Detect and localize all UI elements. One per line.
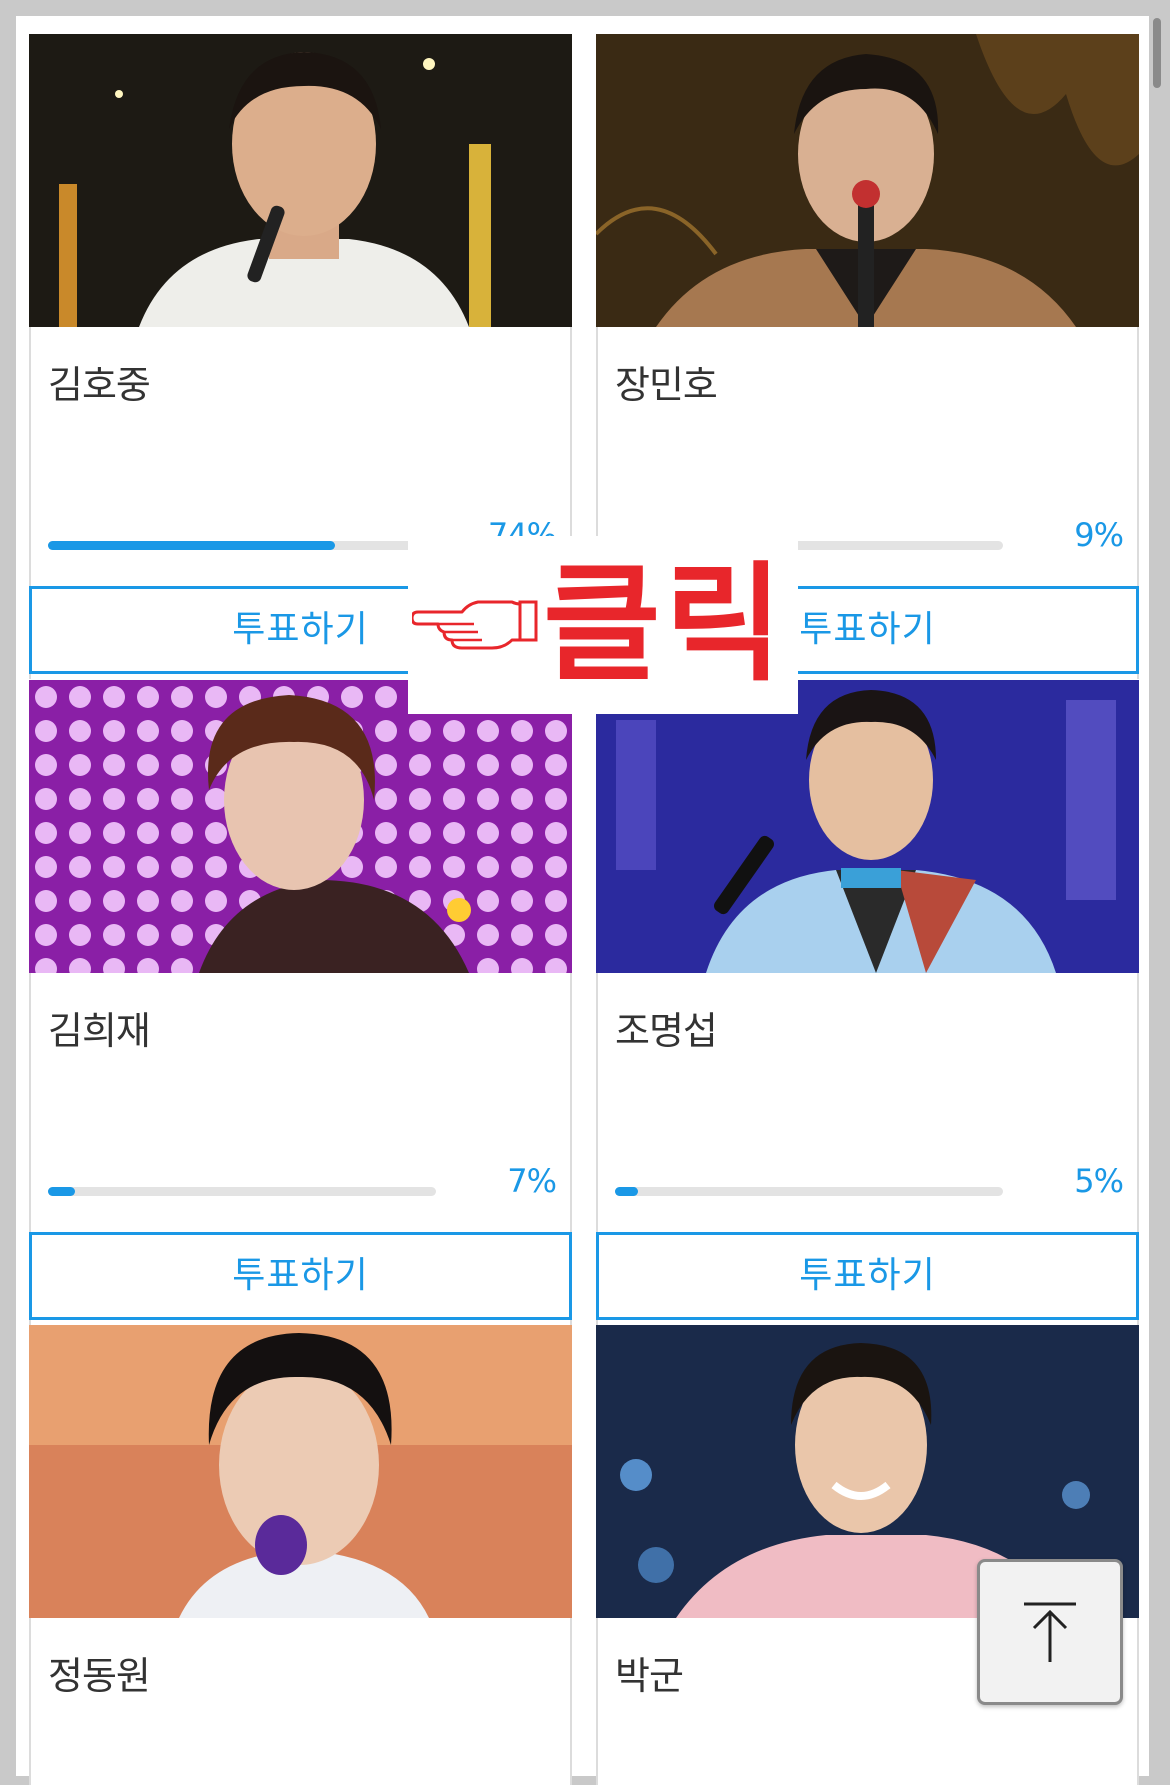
candidate-name: 김희재 <box>48 1009 151 1053</box>
candidate-name: 김호중 <box>48 363 151 407</box>
pointing-hand-icon <box>412 600 538 650</box>
candidate-photo <box>596 680 1139 973</box>
candidate-card: 김희재 7% 투표하기 <box>29 680 572 1326</box>
scroll-to-top-button[interactable] <box>977 1559 1123 1705</box>
candidate-card: 조명섭 5% 투표하기 <box>596 680 1139 1326</box>
candidate-name: 조명섭 <box>615 1009 718 1053</box>
click-hint-overlay: 클릭 <box>408 536 798 714</box>
candidate-name: 정동원 <box>48 1654 151 1698</box>
vote-button[interactable]: 투표하기 <box>29 1232 572 1320</box>
vote-page: 김호중 74% 투표하기 장민호 9% 투표하기 김희재 7% 투표하기 조명섭… <box>16 16 1149 1785</box>
vote-button[interactable]: 투표하기 <box>596 1232 1139 1320</box>
progress-fill <box>48 1187 76 1196</box>
candidate-photo <box>29 1325 572 1618</box>
arrow-up-icon <box>1024 1602 1076 1662</box>
progress-bar <box>48 541 436 550</box>
progress-bar <box>48 1187 436 1196</box>
vote-percent: 9% <box>1074 516 1124 554</box>
candidate-photo <box>29 34 572 327</box>
candidate-card: 정동원 <box>29 1325 572 1785</box>
candidate-card: 박군 <box>596 1325 1139 1785</box>
vote-percent: 5% <box>1074 1162 1124 1200</box>
scrollbar-thumb[interactable] <box>1153 18 1161 88</box>
progress-bar <box>615 1187 1003 1196</box>
vote-percent: 7% <box>507 1162 557 1200</box>
candidate-photo <box>29 680 572 973</box>
candidate-name: 장민호 <box>615 363 718 407</box>
candidate-name: 박군 <box>615 1654 684 1698</box>
click-hint-text: 클릭 <box>543 550 787 699</box>
progress-fill <box>615 1187 639 1196</box>
candidate-photo <box>596 34 1139 327</box>
progress-fill <box>48 541 336 550</box>
